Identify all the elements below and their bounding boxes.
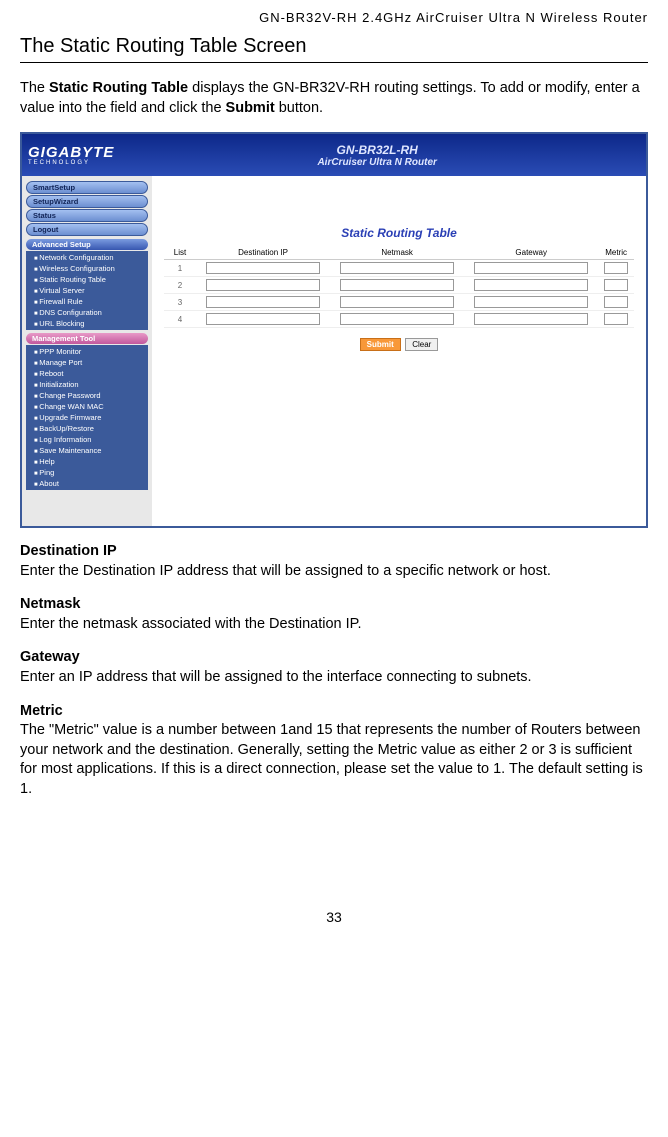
sidebar-item[interactable]: Network Configuration: [26, 252, 148, 263]
gateway-input[interactable]: [474, 313, 587, 325]
definition-desc: Enter the Destination IP address that wi…: [20, 562, 648, 582]
row-index: 4: [164, 311, 196, 328]
sidebar-item[interactable]: BackUp/Restore: [26, 423, 148, 434]
sidebar: SmartSetupSetupWizardStatusLogout Advanc…: [22, 176, 152, 526]
router-screenshot: GIGABYTE TECHNOLOGY GN-BR32L-RH AirCruis…: [20, 132, 648, 528]
table-title: Static Routing Table: [164, 226, 634, 240]
gateway-input[interactable]: [474, 279, 587, 291]
intro-paragraph: The Static Routing Table displays the GN…: [20, 79, 648, 118]
sidebar-btn-status[interactable]: Status: [26, 209, 148, 222]
sidebar-item[interactable]: Change WAN MAC: [26, 401, 148, 412]
row-index: 3: [164, 294, 196, 311]
netmask-input[interactable]: [340, 296, 453, 308]
sidebar-item[interactable]: Help: [26, 456, 148, 467]
definition-block: GatewayEnter an IP address that will be …: [20, 648, 648, 687]
advanced-setup-header[interactable]: Advanced Setup: [26, 239, 148, 250]
sidebar-item[interactable]: Firewall Rule: [26, 296, 148, 307]
sidebar-item[interactable]: Save Maintenance: [26, 445, 148, 456]
col-list: List: [164, 246, 196, 260]
routing-table: List Destination IP Netmask Gateway Metr…: [164, 246, 634, 328]
intro-bold1: Static Routing Table: [49, 80, 188, 96]
table-row: 3: [164, 294, 634, 311]
sidebar-item[interactable]: About: [26, 478, 148, 489]
intro-pre: The: [20, 80, 49, 96]
product-header: GN-BR32V-RH 2.4GHz AirCruiser Ultra N Wi…: [20, 10, 648, 25]
section-title: The Static Routing Table Screen: [20, 35, 648, 63]
destip-input[interactable]: [206, 262, 319, 274]
sidebar-top-buttons: SmartSetupSetupWizardStatusLogout: [24, 181, 150, 236]
sidebar-item[interactable]: Initialization: [26, 379, 148, 390]
sidebar-item[interactable]: PPP Monitor: [26, 346, 148, 357]
netmask-input[interactable]: [340, 279, 453, 291]
col-netmask: Netmask: [330, 246, 464, 260]
brand-logo: GIGABYTE TECHNOLOGY: [28, 145, 114, 166]
destip-input[interactable]: [206, 313, 319, 325]
table-header-row: List Destination IP Netmask Gateway Metr…: [164, 246, 634, 260]
table-row: 1: [164, 260, 634, 277]
definition-block: Destination IPEnter the Destination IP a…: [20, 542, 648, 581]
destip-input[interactable]: [206, 296, 319, 308]
table-row: 4: [164, 311, 634, 328]
sidebar-btn-setupwizard[interactable]: SetupWizard: [26, 195, 148, 208]
sidebar-btn-logout[interactable]: Logout: [26, 223, 148, 236]
screenshot-body: SmartSetupSetupWizardStatusLogout Advanc…: [22, 176, 646, 526]
model-desc: AirCruiser Ultra N Router: [114, 157, 640, 168]
clear-button[interactable]: Clear: [405, 338, 438, 351]
intro-bold2: Submit: [226, 100, 275, 116]
sidebar-item[interactable]: Reboot: [26, 368, 148, 379]
sidebar-item[interactable]: Virtual Server: [26, 285, 148, 296]
sidebar-item[interactable]: Wireless Configuration: [26, 263, 148, 274]
metric-input[interactable]: [604, 279, 628, 291]
destip-input[interactable]: [206, 279, 319, 291]
sidebar-item[interactable]: Log Information: [26, 434, 148, 445]
button-row: Submit Clear: [164, 334, 634, 352]
definition-term: Netmask: [20, 595, 648, 615]
definition-desc: The "Metric" value is a number between 1…: [20, 721, 648, 799]
model-block: GN-BR32L-RH AirCruiser Ultra N Router: [114, 143, 640, 168]
definition-term: Gateway: [20, 648, 648, 668]
model-code: GN-BR32L-RH: [114, 143, 640, 157]
brand-tagline: TECHNOLOGY: [28, 160, 114, 166]
definition-desc: Enter an IP address that will be assigne…: [20, 668, 648, 688]
definition-term: Metric: [20, 702, 648, 722]
definition-term: Destination IP: [20, 542, 648, 562]
table-row: 2: [164, 277, 634, 294]
sidebar-item[interactable]: Change Password: [26, 390, 148, 401]
row-index: 1: [164, 260, 196, 277]
col-destip: Destination IP: [196, 246, 330, 260]
mgmt-items: PPP MonitorManage PortRebootInitializati…: [26, 345, 148, 490]
gateway-input[interactable]: [474, 262, 587, 274]
sidebar-item[interactable]: Ping: [26, 467, 148, 478]
screenshot-header: GIGABYTE TECHNOLOGY GN-BR32L-RH AirCruis…: [22, 134, 646, 176]
metric-input[interactable]: [604, 262, 628, 274]
col-gateway: Gateway: [464, 246, 598, 260]
definition-desc: Enter the netmask associated with the De…: [20, 615, 648, 635]
sidebar-btn-smartsetup[interactable]: SmartSetup: [26, 181, 148, 194]
gateway-input[interactable]: [474, 296, 587, 308]
sidebar-item[interactable]: DNS Configuration: [26, 307, 148, 318]
netmask-input[interactable]: [340, 313, 453, 325]
sidebar-item[interactable]: Manage Port: [26, 357, 148, 368]
col-metric: Metric: [598, 246, 634, 260]
row-index: 2: [164, 277, 196, 294]
sidebar-item[interactable]: Static Routing Table: [26, 274, 148, 285]
management-tool-header[interactable]: Management Tool: [26, 333, 148, 344]
definition-block: NetmaskEnter the netmask associated with…: [20, 595, 648, 634]
metric-input[interactable]: [604, 296, 628, 308]
submit-button[interactable]: Submit: [360, 338, 401, 351]
sidebar-item[interactable]: URL Blocking: [26, 318, 148, 329]
sidebar-item[interactable]: Upgrade Firmware: [26, 412, 148, 423]
intro-post: button.: [275, 100, 323, 116]
page-number: 33: [20, 909, 648, 925]
metric-input[interactable]: [604, 313, 628, 325]
netmask-input[interactable]: [340, 262, 453, 274]
definition-block: MetricThe "Metric" value is a number bet…: [20, 702, 648, 800]
brand-name: GIGABYTE: [28, 145, 114, 160]
advanced-items: Network ConfigurationWireless Configurat…: [26, 251, 148, 330]
main-panel: Static Routing Table List Destination IP…: [152, 176, 646, 526]
